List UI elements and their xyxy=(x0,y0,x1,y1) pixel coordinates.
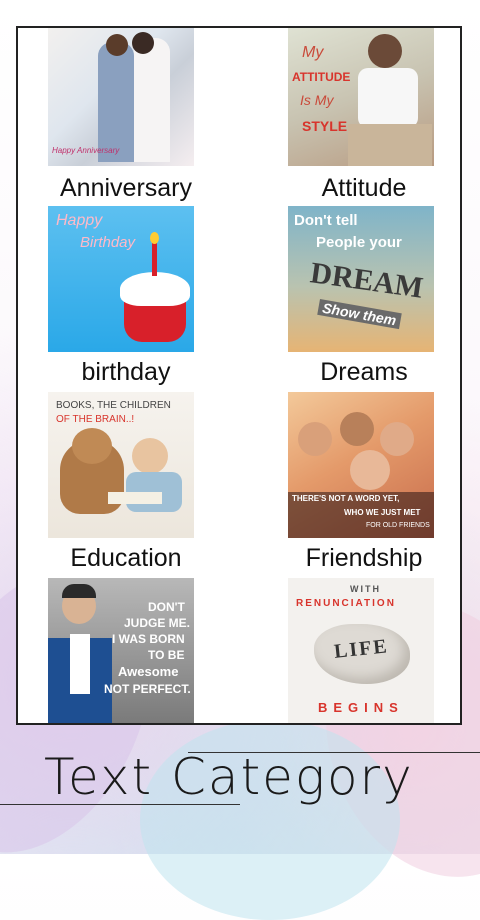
category-tile-education[interactable]: BOOKS, THE CHILDREN OF THE BRAIN..! Educ… xyxy=(18,392,234,578)
education-text-line1: BOOKS, THE CHILDREN xyxy=(56,400,171,411)
awesome-text-line6: NOT PERFECT. xyxy=(104,682,191,696)
category-label: Anniversary xyxy=(60,174,192,202)
category-tile-friendship[interactable]: THERE'S NOT A WORD YET, WHO WE JUST MET … xyxy=(256,392,460,578)
awesome-thumbnail: DON'T JUDGE ME. I WAS BORN TO BE Awesome… xyxy=(48,578,194,723)
birthday-thumbnail: Happy Birthday xyxy=(48,206,194,352)
education-text-line2: OF THE BRAIN..! xyxy=(56,414,135,425)
awesome-text-line2: JUDGE ME. xyxy=(124,616,191,630)
awesome-text-line5: Awesome xyxy=(118,664,179,679)
anniversary-thumb-text: Happy Anniversary xyxy=(52,146,120,155)
attitude-thumbnail: My ATTITUDE Is My STYLE xyxy=(288,28,434,166)
dreams-thumbnail: Don't tell People your DREAM Show them xyxy=(288,206,434,352)
attitude-text-my: My xyxy=(302,44,324,61)
app-screen: { "categories": [ {"label": "Anniversary… xyxy=(0,0,480,920)
footer-divider-bottom xyxy=(0,804,240,805)
friendship-text-line1: THERE'S NOT A WORD YET, xyxy=(292,494,400,503)
category-label: birthday xyxy=(81,358,171,386)
life-text-begins: BEGINS xyxy=(318,700,404,715)
dreams-text-people-your: People your xyxy=(316,234,402,251)
life-text-renunciation: RENUNCIATION xyxy=(296,598,396,609)
life-thumbnail: WITH RENUNCIATION LIFE BEGINS xyxy=(288,578,434,723)
category-tile-life[interactable]: WITH RENUNCIATION LIFE BEGINS xyxy=(256,578,460,723)
category-tile-birthday[interactable]: Happy Birthday birthday xyxy=(18,206,234,392)
birthday-text-happy: Happy xyxy=(56,212,103,229)
anniversary-thumbnail: Happy Anniversary xyxy=(48,28,194,166)
attitude-text-is-my: Is My xyxy=(300,92,334,108)
education-thumbnail: BOOKS, THE CHILDREN OF THE BRAIN..! xyxy=(48,392,194,538)
category-label: Education xyxy=(70,544,182,572)
friendship-text-line3: FOR OLD FRIENDS xyxy=(366,522,430,529)
category-label: Dreams xyxy=(320,358,408,386)
footer-title: Text Category xyxy=(44,748,414,806)
friendship-thumbnail: THERE'S NOT A WORD YET, WHO WE JUST MET … xyxy=(288,392,434,538)
category-label: Friendship xyxy=(305,544,423,572)
dreams-text-dont-tell: Don't tell xyxy=(294,212,358,229)
dreams-text-dream: DREAM xyxy=(308,256,426,305)
life-text-with: WITH xyxy=(350,584,381,594)
category-tile-awesome[interactable]: DON'T JUDGE ME. I WAS BORN TO BE Awesome… xyxy=(18,578,234,723)
attitude-text-attitude: ATTITUDE xyxy=(292,70,351,84)
category-tile-anniversary[interactable]: Happy Anniversary Anniversary xyxy=(18,28,234,206)
awesome-text-line3: I WAS BORN xyxy=(112,632,185,646)
birthday-text-birthday: Birthday xyxy=(80,234,136,251)
dreams-text-show-them: Show them xyxy=(317,298,402,330)
friendship-text-line2: WHO WE JUST MET xyxy=(344,508,421,517)
awesome-text-line1: DON'T xyxy=(148,600,185,614)
attitude-text-style: STYLE xyxy=(302,118,348,134)
category-tile-attitude[interactable]: My ATTITUDE Is My STYLE Attitude xyxy=(256,28,460,206)
awesome-text-line4: TO BE xyxy=(148,648,185,662)
category-grid-panel[interactable]: Happy Anniversary Anniversary My ATTITUD… xyxy=(16,26,462,725)
category-tile-dreams[interactable]: Don't tell People your DREAM Show them D… xyxy=(256,206,460,392)
category-label: Attitude xyxy=(321,174,407,202)
